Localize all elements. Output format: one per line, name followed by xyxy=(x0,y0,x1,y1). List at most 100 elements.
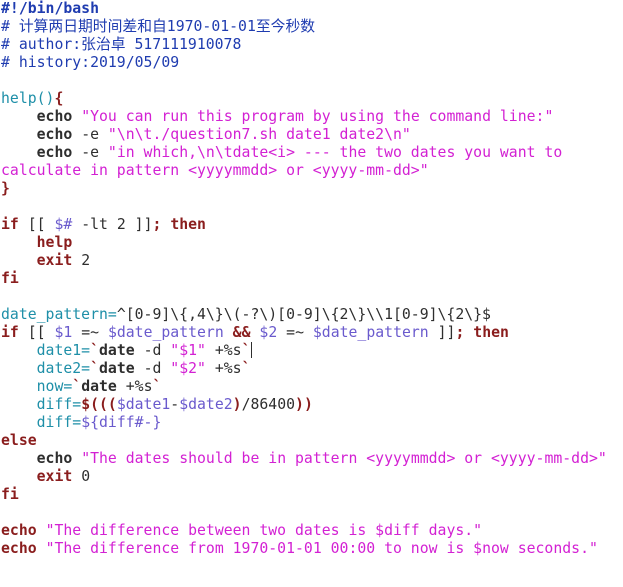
code-token: -e xyxy=(72,126,108,143)
code-line: echo -e "in which,\n\tdate<i> --- the tw… xyxy=(1,144,623,162)
code-token: "The difference from 1970-01-01 00:00 to… xyxy=(45,540,598,557)
code-token: -d xyxy=(134,360,171,377)
code-token: -e xyxy=(72,144,108,161)
code-token: } xyxy=(1,180,10,197)
code-token: ${diff#-} xyxy=(81,414,162,431)
code-token: #!/bin/bash xyxy=(1,0,99,17)
code-token: +%s xyxy=(116,378,153,395)
code-line: echo -e "\n\t./question7.sh date1 date2\… xyxy=(1,126,623,144)
code-line: if [[ $1 =~ $date_pattern && $2 =~ $date… xyxy=(1,324,623,342)
code-token: echo xyxy=(36,450,73,467)
code-line: date2=`date -d "$2" +%s` xyxy=(1,360,623,378)
code-token: echo xyxy=(36,144,73,161)
code-token: echo xyxy=(1,522,37,539)
code-token: diff= xyxy=(36,396,82,413)
code-token: exit xyxy=(36,252,73,269)
code-token: ` xyxy=(90,360,100,377)
code-token: +%s xyxy=(205,360,242,377)
code-line: calculate in pattern <yyyymmdd> or <yyyy… xyxy=(1,162,623,180)
code-token: -d xyxy=(134,342,171,359)
code-token: +%s xyxy=(205,342,242,359)
code-line: echo "The difference from 1970-01-01 00:… xyxy=(1,540,623,558)
code-token: if xyxy=(1,216,19,233)
code-token: ` xyxy=(241,360,251,377)
code-token: { xyxy=(54,90,64,107)
code-editor[interactable]: #!/bin/bash # 计算两日期时间差和自1970-01-01至今秒数 # a… xyxy=(1,0,623,587)
code-token: date xyxy=(81,378,117,395)
code-token: ` xyxy=(72,378,82,395)
code-token: 2 xyxy=(72,252,91,269)
code-token: then xyxy=(473,324,509,341)
code-token: /86400 xyxy=(241,396,296,413)
code-token: $date_pattern xyxy=(107,324,224,341)
code-token: 0 xyxy=(72,468,91,485)
code-line: help xyxy=(1,234,623,252)
text-cursor xyxy=(250,342,252,358)
code-token: # history:2019/05/09 xyxy=(1,54,180,71)
code-token: date_pattern= xyxy=(1,306,117,323)
code-token: ` xyxy=(90,342,100,359)
code-token: $((( xyxy=(81,396,117,413)
code-token: [[ xyxy=(18,216,55,233)
code-token: now= xyxy=(36,378,73,395)
code-line: diff=$((($date1-$date2)/86400)) xyxy=(1,396,623,414)
code-token: date xyxy=(99,342,135,359)
code-line: #!/bin/bash xyxy=(1,0,623,18)
code-token: [[ xyxy=(18,324,55,341)
code-token: date xyxy=(99,360,135,377)
code-line: echo "You can run this program by using … xyxy=(1,108,623,126)
code-token: -lt 2 ]] xyxy=(72,216,153,233)
code-token: "\n\t./question7.sh date1 date2\n" xyxy=(107,126,411,143)
code-token: fi xyxy=(1,486,19,503)
code-token: - xyxy=(170,396,180,413)
code-token: exit xyxy=(36,468,73,485)
code-token: date2= xyxy=(36,360,91,377)
code-line: date1=`date -d "$1" +%s` xyxy=(1,342,623,360)
code-token: $date_pattern xyxy=(312,324,429,341)
code-token: $2 xyxy=(259,324,278,341)
code-token: help() xyxy=(1,90,55,107)
code-token: ` xyxy=(152,378,162,395)
code-token: )) xyxy=(295,396,313,413)
code-token: "$1" xyxy=(170,342,206,359)
code-line: diff=${diff#-} xyxy=(1,414,623,432)
code-line: } xyxy=(1,180,623,198)
code-token: echo xyxy=(36,108,73,125)
code-line: fi xyxy=(1,486,623,504)
code-token: "in which,\n\tdate<i> --- the two dates … xyxy=(107,144,563,161)
code-token: "$2" xyxy=(170,360,206,377)
code-token: "The dates should be in pattern <yyyymmd… xyxy=(81,450,607,467)
code-token: fi xyxy=(1,270,19,287)
code-line: date_pattern=^[0-9]\{,4\}\(-?\)[0-9]\{2\… xyxy=(1,306,623,324)
code-token: echo xyxy=(1,540,37,557)
code-token: ) xyxy=(232,396,242,413)
code-token: then xyxy=(170,216,206,233)
code-token: diff= xyxy=(36,414,82,431)
code-token: $date1 xyxy=(116,396,171,413)
code-token: ^[0-9]\{,4\}\(-?\)[0-9]\{2\}\\1[0-9]\{2\… xyxy=(116,306,491,323)
code-token: $date2 xyxy=(179,396,233,413)
code-token: date1= xyxy=(36,342,91,359)
code-token: ` xyxy=(241,342,251,359)
code-line: # 计算两日期时间差和自1970-01-01至今秒数 xyxy=(1,18,623,36)
code-token: else xyxy=(1,432,37,449)
code-line: now=`date +%s` xyxy=(1,378,623,396)
code-line: # history:2019/05/09 xyxy=(1,54,623,72)
code-token: =~ xyxy=(72,324,108,341)
